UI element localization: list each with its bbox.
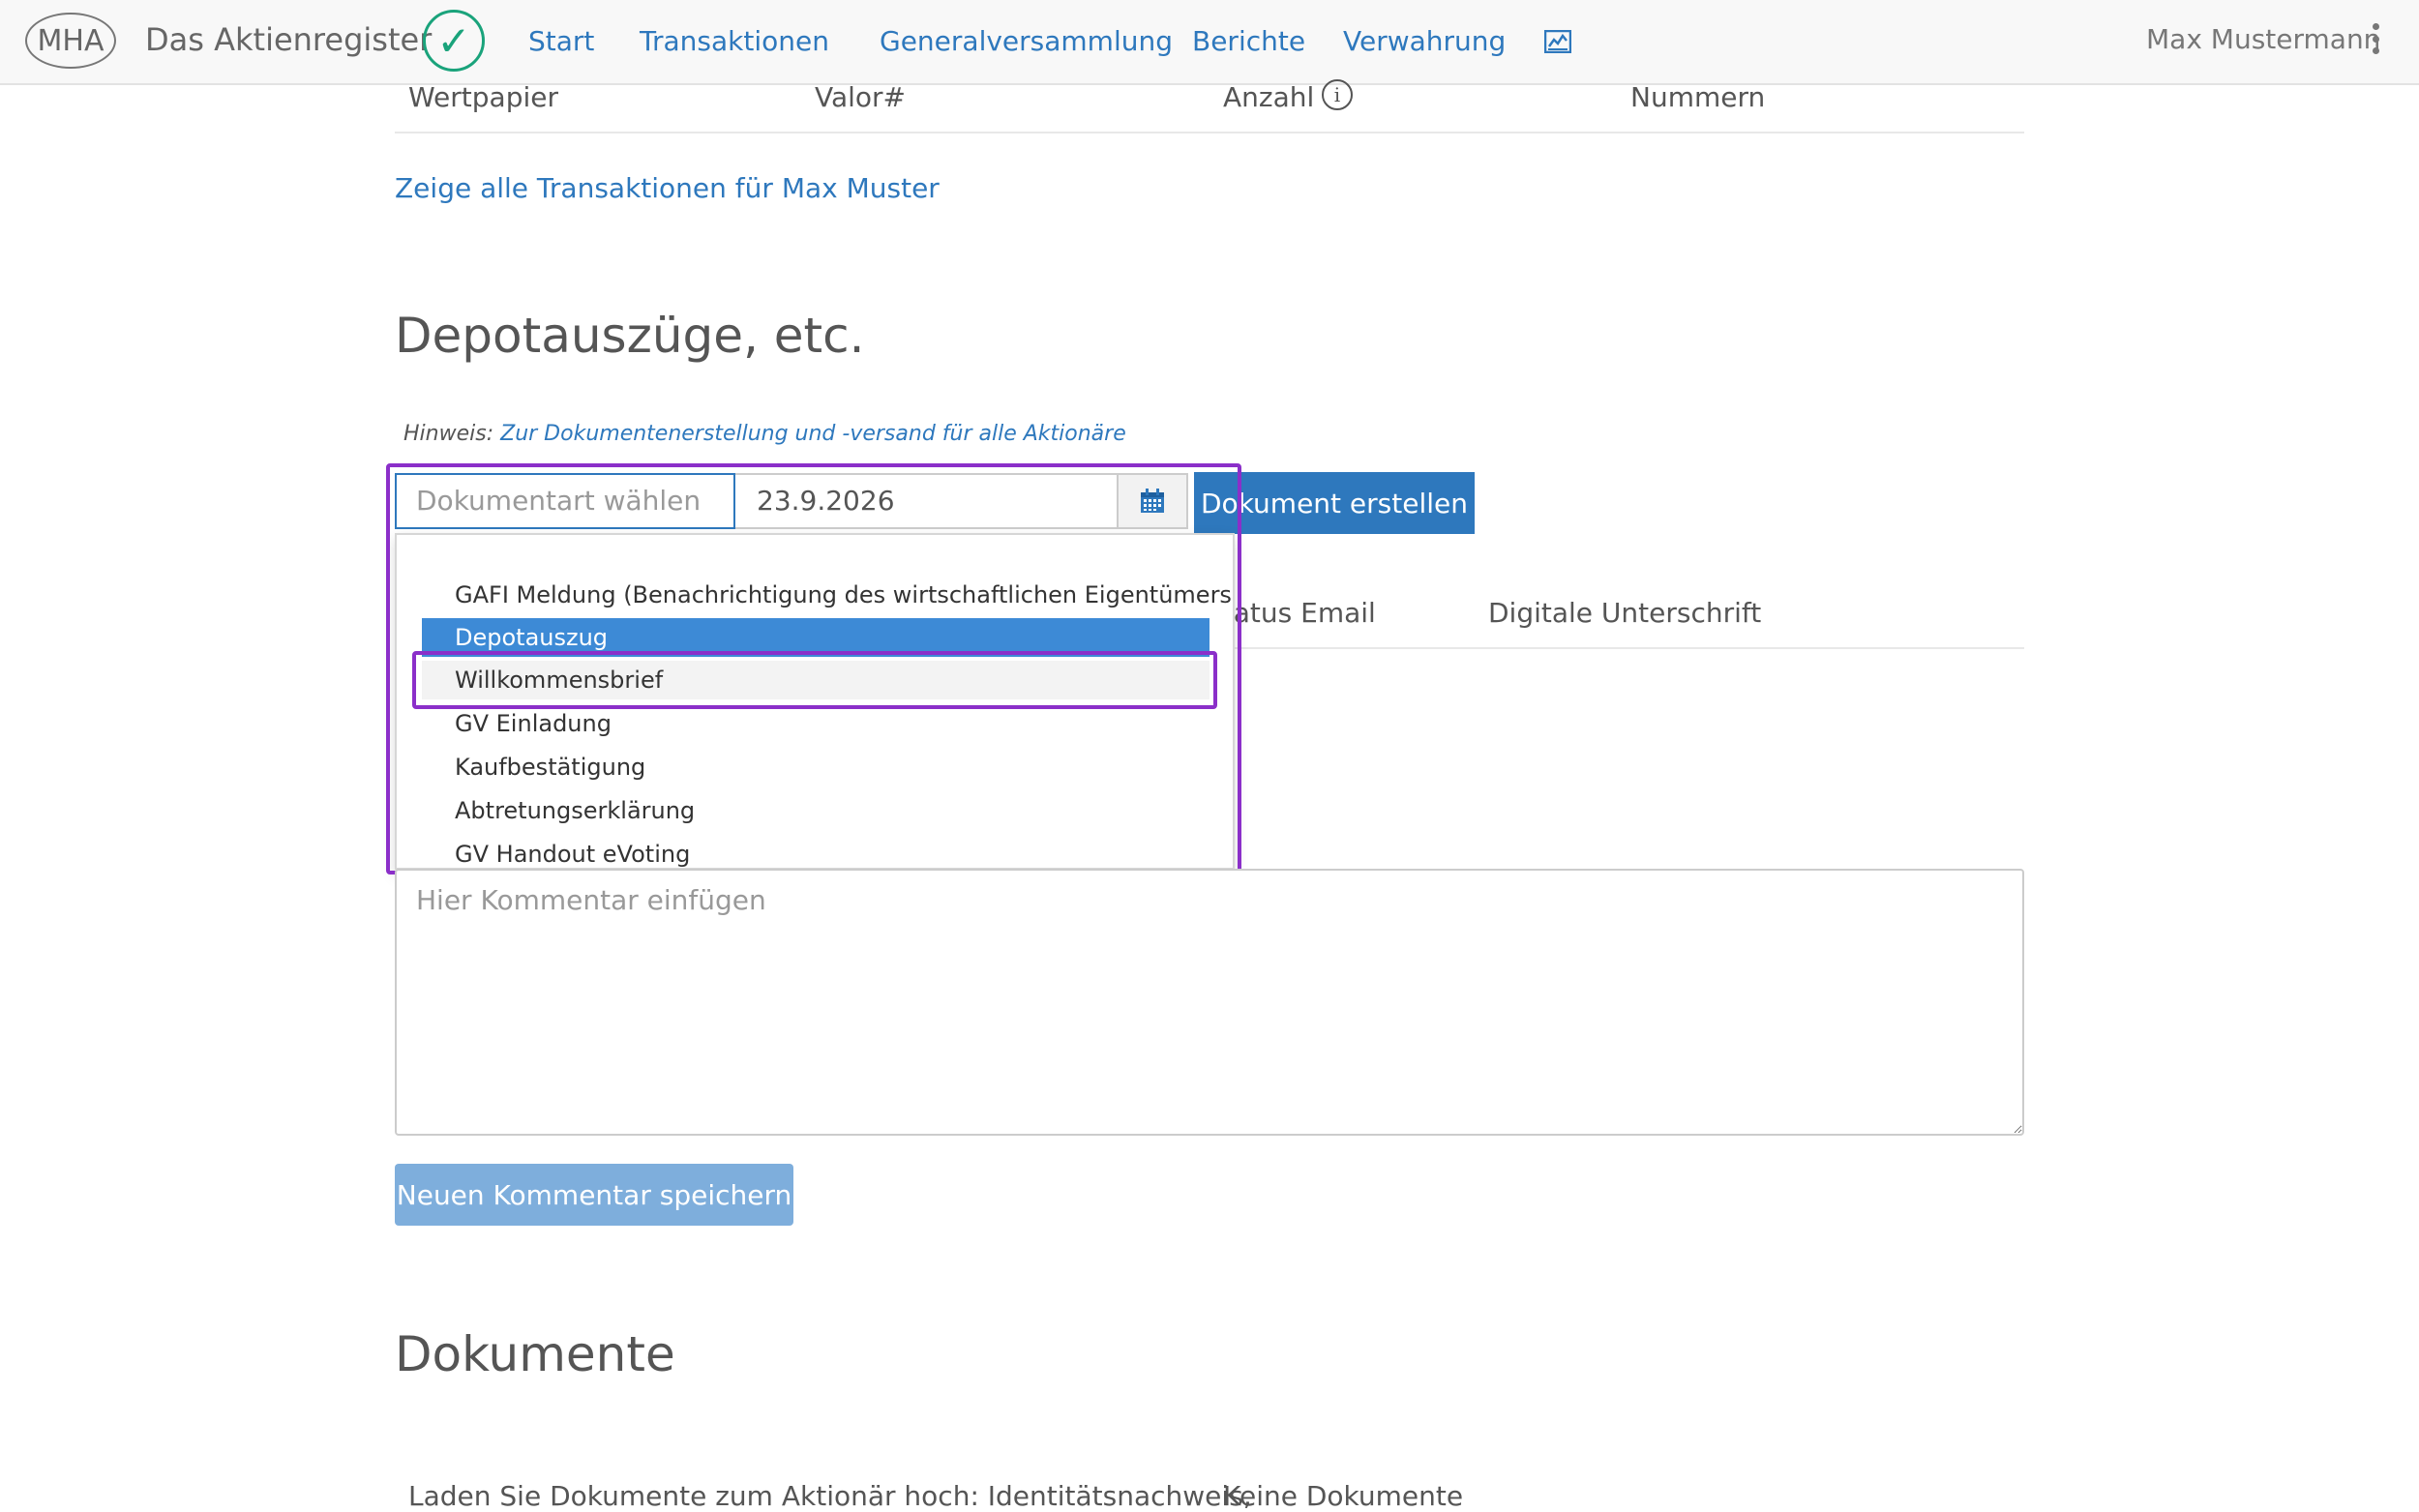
more-menu-icon[interactable] (2371, 23, 2380, 54)
upload-instructions: Laden Sie Dokumente zum Aktionär hoch: I… (408, 1480, 1252, 1512)
user-name[interactable]: Max Mustermann (2146, 23, 2380, 55)
option-depotauszug[interactable]: Depotauszug (422, 618, 1210, 657)
nav-transaktionen[interactable]: Transaktionen (640, 25, 829, 57)
option-gafi-meldung[interactable]: GAFI Meldung (Benachrichtigung des wirts… (422, 576, 1233, 614)
chart-icon[interactable] (1544, 30, 1571, 53)
option-kaufbestaetigung[interactable]: Kaufbestätigung (422, 748, 1210, 786)
hint: Hinweis: Zur Dokumentenerstellung und -v… (403, 422, 1126, 446)
nav-start[interactable]: Start (528, 25, 594, 57)
option-abtretungserklaerung[interactable]: Abtretungserklärung (422, 791, 1210, 830)
option-willkommensbrief[interactable]: Willkommensbrief (422, 661, 1210, 699)
nav-verwahrung[interactable]: Verwahrung (1343, 25, 1506, 57)
section-title-depotauszuege: Depotauszüge, etc. (395, 308, 865, 364)
hint-label: Hinweis: (403, 422, 494, 446)
nav-berichte[interactable]: Berichte (1192, 25, 1305, 57)
create-document-button[interactable]: Dokument erstellen (1194, 472, 1475, 534)
hint-link[interactable]: Zur Dokumentenerstellung und -versand fü… (500, 422, 1126, 446)
checkmark-icon: ✓ (423, 10, 485, 72)
col-digitale-unterschrift: Digitale Unterschrift (1488, 597, 1762, 629)
option-gv-handout-evoting[interactable]: GV Handout eVoting (422, 835, 1210, 868)
table-divider (1235, 647, 2024, 649)
no-documents-text: Keine Dokumente (1223, 1480, 1464, 1512)
nav-generalversammlung[interactable]: Generalversammlung (880, 25, 1173, 57)
col-anzahl: Anzahl (1223, 81, 1315, 113)
col-nummern: Nummern (1630, 81, 1766, 113)
document-type-dropdown[interactable]: GAFI Meldung (Benachrichtigung des wirts… (395, 533, 1235, 870)
logo[interactable]: MHA (25, 13, 116, 69)
calendar-button[interactable] (1119, 473, 1188, 529)
date-input[interactable]: 23.9.2026 (735, 473, 1119, 529)
table-divider (395, 132, 2024, 133)
col-wertpapier: Wertpapier (408, 81, 558, 113)
save-comment-button[interactable]: Neuen Kommentar speichern (395, 1164, 793, 1226)
show-all-transactions-link[interactable]: Zeige alle Transaktionen für Max Muster (395, 172, 940, 204)
option-gv-einladung[interactable]: GV Einladung (422, 704, 1210, 743)
calendar-icon (1141, 489, 1164, 513)
section-title-dokumente: Dokumente (395, 1326, 675, 1382)
brand-name[interactable]: Das Aktienregister (145, 21, 432, 58)
comment-textarea[interactable] (395, 869, 2024, 1136)
info-icon[interactable]: i (1322, 79, 1353, 110)
col-valor: Valor# (815, 81, 907, 113)
document-type-select[interactable]: Dokumentart wählen (395, 473, 735, 529)
